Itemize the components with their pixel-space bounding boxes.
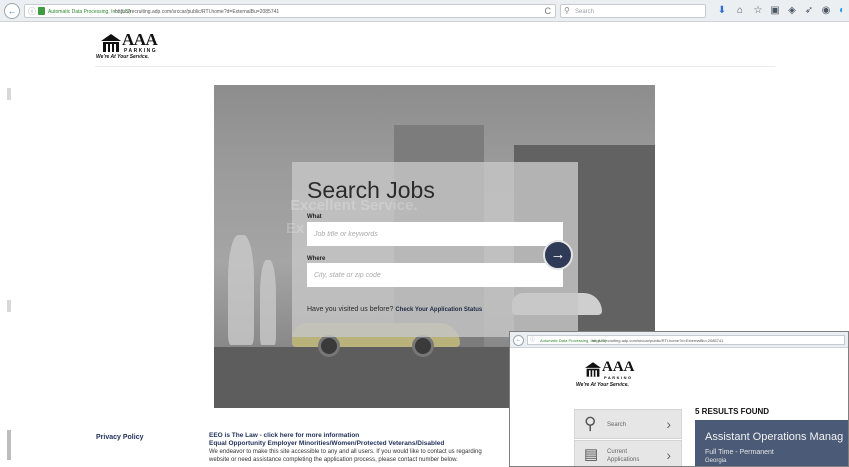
results-count: 5 RESULTS FOUND	[695, 407, 770, 416]
pocket-icon[interactable]: ◈	[785, 4, 799, 18]
overlay-url-text[interactable]: https://recruiting.adp.com/srccar/public…	[592, 337, 723, 344]
browser-search-placeholder: Search	[575, 9, 595, 15]
sidebar-item-label: Current Applications	[607, 449, 640, 463]
fountain-shape	[260, 260, 276, 345]
page-root: ← ⓘ Automatic Data Processing, Inc. (US)…	[0, 0, 849, 467]
application-status-link[interactable]: Check Your Application Status	[395, 307, 482, 313]
overlay-logo-tagline: We're At Your Service.	[576, 382, 629, 388]
privacy-policy-link[interactable]: Privacy Policy	[96, 433, 143, 442]
url-text[interactable]: https://recruiting.adp.com/srccar/public…	[115, 7, 279, 17]
bookmark-star-icon[interactable]: ☆	[751, 4, 765, 18]
chevron-right-icon: ›	[666, 447, 671, 463]
search-submit-button[interactable]: →	[543, 240, 573, 270]
eeo-statement: Equal Opportunity Employer Minorities/Wo…	[209, 440, 445, 447]
address-bar[interactable]: ⓘ Automatic Data Processing, Inc. (US) h…	[24, 4, 556, 18]
header-divider	[95, 66, 775, 67]
scroll-marker	[7, 430, 11, 460]
job-result-card[interactable]: Assistant Operations Manag Full Time - P…	[695, 420, 848, 466]
reload-icon[interactable]: C	[545, 5, 552, 17]
keywords-input[interactable]	[307, 222, 563, 246]
overlay-address-bar[interactable]: ⓘ Automatic Data Processing, Inc. (US) h…	[527, 335, 845, 345]
wheel-shape	[412, 335, 434, 357]
sidebar-item-current-applications[interactable]: ▤ Current Applications ›	[574, 440, 682, 466]
send-icon[interactable]: ➶	[802, 4, 816, 18]
lock-icon	[38, 7, 45, 15]
where-label: Where	[307, 256, 326, 262]
logo-text[interactable]: AAA	[122, 30, 158, 50]
visited-text: Have you visited us before?	[307, 306, 394, 313]
home-icon[interactable]: ⌂	[733, 4, 747, 18]
sidebar-item-label: Search	[607, 422, 627, 428]
overlay-back-button[interactable]: ←	[513, 335, 524, 346]
what-label: What	[307, 214, 322, 220]
extension-icon[interactable]: ◐	[835, 4, 849, 18]
info-icon[interactable]: ⓘ	[28, 6, 36, 17]
hero-watermark: Ex	[286, 220, 305, 237]
page-title: Search Jobs	[307, 177, 435, 203]
chat-icon[interactable]: ◉	[819, 4, 833, 18]
job-title[interactable]: Assistant Operations Manag	[705, 431, 843, 444]
download-icon[interactable]: ⬇	[715, 4, 729, 18]
search-icon: ⚲	[584, 414, 597, 433]
overlay-screenshot: ← ⓘ Automatic Data Processing, Inc. (US)…	[509, 331, 849, 467]
arrow-right-icon: →	[550, 246, 566, 263]
eeo-law-link[interactable]: EEO is The Law - click here for more inf…	[209, 432, 507, 440]
accessibility-text: We endeavor to make this site accessible…	[209, 449, 482, 455]
aaa-logo-icon[interactable]	[101, 34, 121, 52]
browser-toolbar: ← ⓘ Automatic Data Processing, Inc. (US)…	[0, 0, 849, 22]
overlay-aaa-logo-icon[interactable]	[585, 362, 601, 377]
footer-legal: EEO is The Law - click here for more inf…	[209, 432, 507, 464]
bookmarks-icon[interactable]: ▣	[768, 4, 782, 18]
back-button[interactable]: ←	[4, 3, 20, 19]
search-icon: ⚲	[564, 6, 570, 15]
overlay-logo-subtext: PARKING	[604, 375, 633, 380]
logo-tagline: We're At Your Service.	[96, 54, 149, 60]
chevron-right-icon: ›	[666, 416, 671, 432]
browser-search-box[interactable]: ⚲ Search	[560, 4, 706, 18]
location-input[interactable]	[307, 263, 563, 287]
scroll-marker	[7, 300, 11, 312]
overlay-info-icon: ⓘ	[530, 337, 536, 343]
wheel-shape	[318, 335, 340, 357]
applications-icon: ▤	[584, 446, 599, 463]
overlay-logo-text[interactable]: AAA	[602, 359, 635, 376]
visited-prompt: Have you visited us before? Check Your A…	[307, 305, 482, 315]
job-location: Georgia	[705, 458, 727, 464]
accessibility-text: website or need assistance completing th…	[209, 457, 458, 463]
sidebar-item-search[interactable]: ⚲ Search ›	[574, 409, 682, 439]
overlay-browser-toolbar: ← ⓘ Automatic Data Processing, Inc. (US)…	[510, 332, 848, 348]
fountain-shape	[228, 235, 254, 345]
scroll-marker	[7, 88, 11, 100]
job-type: Full Time - Permanent	[705, 449, 774, 456]
